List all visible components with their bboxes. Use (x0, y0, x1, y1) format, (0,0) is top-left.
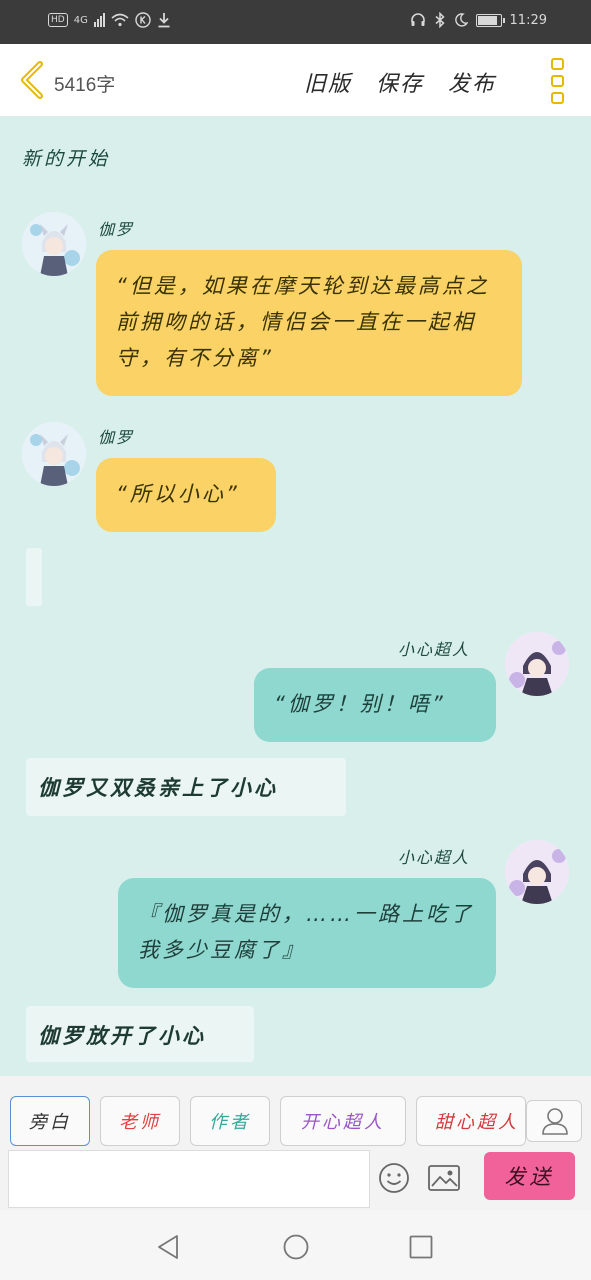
role-selector: 旁白 老师 作者 开心超人 甜心超人 (0, 1076, 591, 1148)
role-kaixin[interactable]: 开心超人 (280, 1096, 406, 1146)
old-version-button[interactable]: 旧版 (304, 66, 352, 98)
person-icon (542, 1108, 568, 1135)
more-menu-icon[interactable] (551, 58, 565, 104)
story-title: 新的开始 (22, 148, 111, 170)
nav-home-icon[interactable] (283, 1234, 309, 1260)
role-narrator[interactable]: 旁白 (10, 1096, 90, 1146)
back-arrow-icon[interactable] (16, 60, 46, 100)
network-type: 4G (73, 14, 88, 26)
role-tianxin[interactable]: 甜心超人 (416, 1096, 526, 1146)
download-icon (158, 13, 170, 28)
message-bubble[interactable]: “所以小心” (96, 458, 276, 532)
publish-button[interactable]: 发布 (448, 66, 496, 98)
chat-area[interactable]: 新的开始 伽罗 “但是，如果在摩天轮到达最高点之前拥吻的话，情侣会一直在一起相守… (0, 116, 591, 1076)
message-input[interactable] (8, 1150, 370, 1208)
battery-icon (475, 13, 505, 27)
message-bubble[interactable]: “但是，如果在摩天轮到达最高点之前拥吻的话，情侣会一直在一起相守，有不分离” (96, 250, 522, 396)
nav-back-icon[interactable] (156, 1234, 180, 1260)
narration-text[interactable]: 伽罗放开了小心 (26, 1006, 254, 1062)
clock: 11:29 (509, 12, 547, 28)
message-bubble[interactable]: “伽罗！别！唔” (254, 668, 496, 742)
avatar-jialuo[interactable] (22, 212, 86, 276)
send-button[interactable]: 发送 (484, 1152, 575, 1200)
image-icon[interactable] (426, 1162, 462, 1194)
hd-badge: HD (48, 13, 68, 27)
bluetooth-icon (435, 12, 445, 28)
status-bar: HD 4G 11:29 (0, 0, 591, 44)
headset-icon (410, 13, 425, 26)
emoji-icon[interactable] (378, 1162, 410, 1194)
signal-icon (93, 13, 105, 27)
speaker-name: 伽罗 (98, 220, 135, 239)
avatar-jialuo[interactable] (22, 422, 86, 486)
system-nav-bar (0, 1210, 591, 1280)
avatar-xiaoxin[interactable] (505, 840, 569, 904)
editor-header: 5416字 旧版 保存 发布 (0, 44, 591, 116)
k-icon (135, 12, 151, 28)
moon-icon (454, 13, 468, 27)
add-character-button[interactable] (526, 1100, 582, 1142)
speaker-name: 伽罗 (98, 428, 135, 447)
narration-text[interactable]: 伽罗又双叒亲上了小心 (26, 758, 346, 816)
wifi-icon (111, 13, 129, 27)
role-teacher[interactable]: 老师 (100, 1096, 180, 1146)
speaker-name: 小心超人 (398, 640, 471, 659)
word-count: 5416字 (54, 75, 116, 96)
message-bubble[interactable]: 『伽罗真是的，……一路上吃了我多少豆腐了』 (118, 878, 496, 988)
empty-narration[interactable] (26, 548, 42, 606)
role-author[interactable]: 作者 (190, 1096, 270, 1146)
composer: 发送 (0, 1148, 591, 1210)
save-button[interactable]: 保存 (376, 66, 424, 98)
nav-recents-icon[interactable] (409, 1235, 433, 1259)
speaker-name: 小心超人 (398, 848, 471, 867)
avatar-xiaoxin[interactable] (505, 632, 569, 696)
